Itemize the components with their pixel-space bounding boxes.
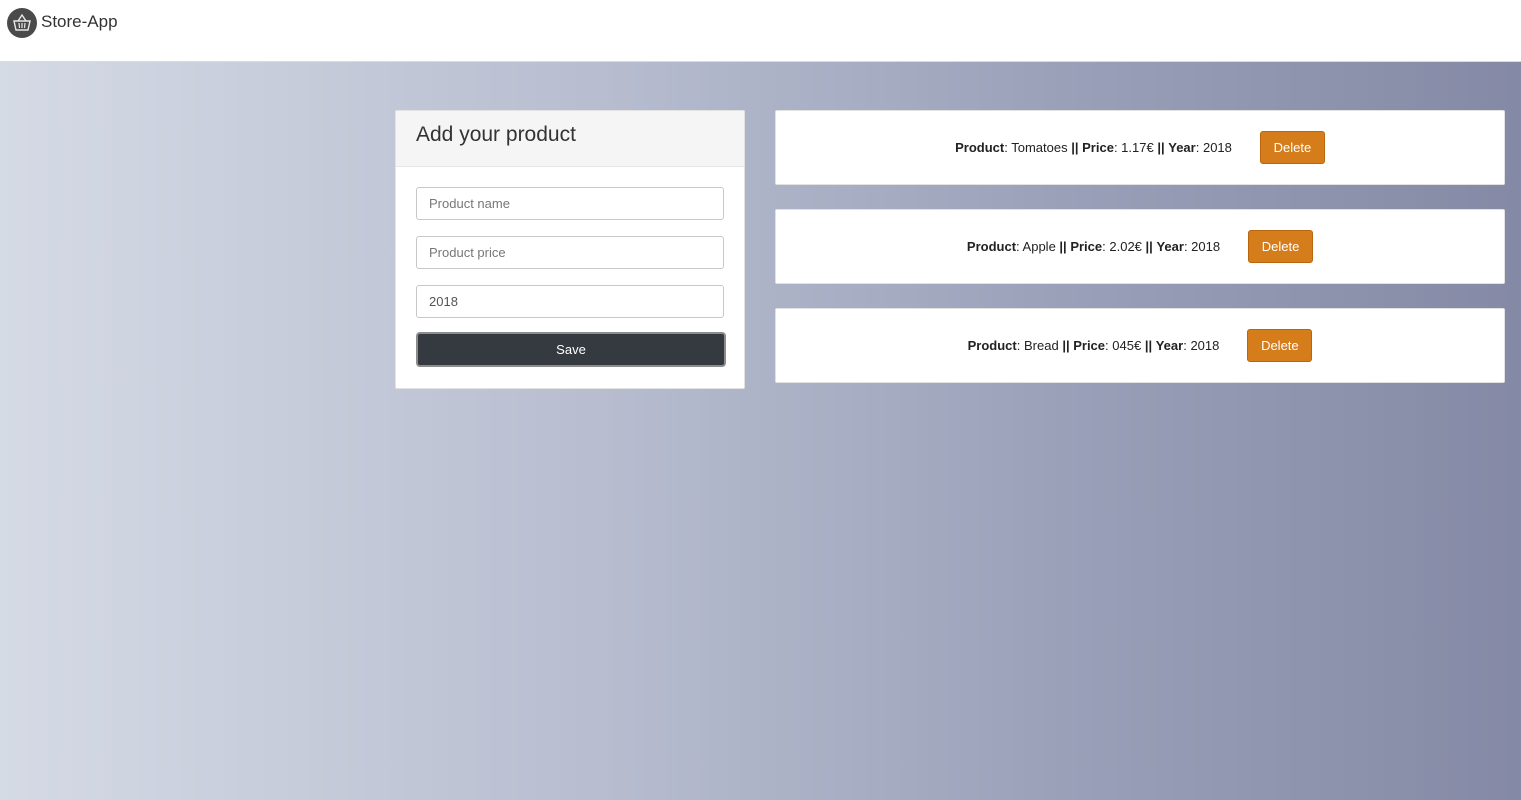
product-name: Apple (1022, 239, 1056, 254)
separator: || (1157, 140, 1165, 155)
product-year: 2018 (1202, 140, 1232, 155)
main-area: Add your product Save Product: Tomatoes … (0, 62, 1521, 800)
product-label: Product (955, 140, 1005, 155)
separator: || (1059, 239, 1067, 254)
brand[interactable]: Store-App (7, 8, 118, 38)
product-price: 2.02€ (1109, 239, 1142, 254)
separator: || (1145, 239, 1153, 254)
product-year-input[interactable] (416, 285, 724, 318)
product-price-input[interactable] (416, 236, 724, 269)
price-label: Price (1082, 140, 1114, 155)
product-info: Product: Tomatoes || Price: 1.17€ || Yea… (955, 140, 1232, 155)
separator: || (1062, 338, 1070, 353)
year-label: Year (1156, 239, 1184, 254)
add-product-card: Add your product Save (395, 110, 745, 389)
basket-icon (7, 8, 37, 38)
delete-button[interactable]: Delete (1248, 230, 1314, 263)
product-info: Product: Bread || Price: 045€ || Year: 2… (967, 338, 1220, 353)
product-price: 045€ (1112, 338, 1142, 353)
product-year: 2018 (1190, 338, 1220, 353)
product-card: Product: Bread || Price: 045€ || Year: 2… (775, 308, 1505, 383)
delete-button[interactable]: Delete (1259, 131, 1325, 164)
product-label: Product (966, 239, 1017, 254)
save-button[interactable]: Save (416, 332, 726, 367)
add-product-title: Add your product (396, 111, 744, 167)
separator: || (1071, 140, 1079, 155)
product-info: Product: Apple || Price: 2.02€ || Year: … (966, 239, 1221, 254)
product-year: 2018 (1191, 239, 1221, 254)
product-name: Bread (1023, 338, 1059, 353)
product-price: 1.17€ (1121, 140, 1154, 155)
app-title: Store-App (41, 12, 118, 31)
separator: || (1144, 338, 1153, 353)
year-label: Year (1168, 140, 1196, 155)
add-product-form: Save (396, 167, 744, 367)
product-name-input[interactable] (416, 187, 724, 220)
product-card: Product: Apple || Price: 2.02€ || Year: … (775, 209, 1505, 284)
product-label: Product (967, 338, 1017, 353)
product-name: Tomatoes (1011, 140, 1068, 155)
year-label: Year (1155, 338, 1184, 353)
navbar: Store-App (0, 0, 1521, 62)
delete-button[interactable]: Delete (1247, 329, 1313, 362)
product-card: Product: Tomatoes || Price: 1.17€ || Yea… (775, 110, 1505, 185)
price-label: Price (1070, 239, 1103, 254)
price-label: Price (1073, 338, 1106, 353)
